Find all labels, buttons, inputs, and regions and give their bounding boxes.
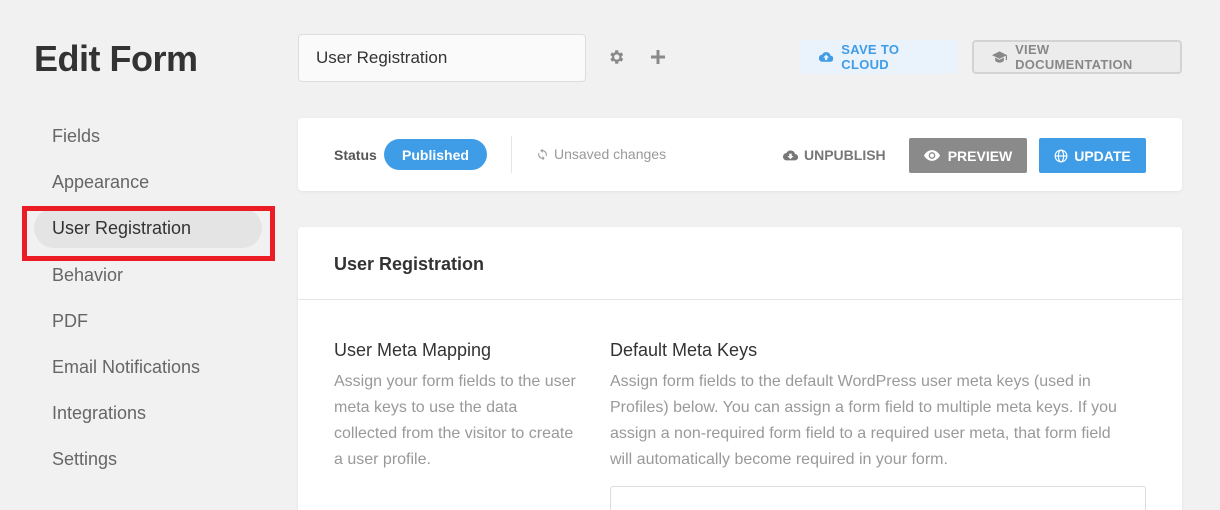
update-button[interactable]: UPDATE (1039, 138, 1146, 173)
settings-gear-button[interactable] (604, 45, 628, 69)
graduation-cap-icon (992, 51, 1008, 63)
sidebar-item-behavior[interactable]: Behavior (34, 255, 262, 295)
unsaved-changes-indicator: Unsaved changes (536, 146, 666, 162)
view-documentation-button[interactable]: VIEW DOCUMENTATION (972, 40, 1182, 74)
user-registration-panel: User Registration User Meta Mapping Assi… (298, 227, 1182, 510)
globe-icon (1054, 149, 1068, 162)
default-meta-keys-description: Assign form fields to the default WordPr… (610, 373, 1117, 468)
view-documentation-label: VIEW DOCUMENTATION (1015, 42, 1133, 72)
preview-button[interactable]: PREVIEW (909, 138, 1027, 173)
page-title: Edit Form (34, 38, 198, 79)
sidebar-item-email-notifications[interactable]: Email Notifications (34, 347, 262, 387)
eye-icon (923, 150, 940, 161)
user-meta-mapping-heading: User Meta Mapping (334, 340, 492, 360)
add-button[interactable] (646, 45, 670, 69)
sidebar-item-fields[interactable]: Fields (34, 116, 262, 156)
save-to-cloud-button[interactable]: SAVE TO CLOUD (800, 40, 958, 74)
panel-title: User Registration (334, 254, 485, 274)
unpublish-button[interactable]: UNPUBLISH (783, 147, 886, 163)
preview-label: PREVIEW (947, 147, 1013, 164)
default-meta-keys-heading: Default Meta Keys (610, 340, 758, 360)
status-badge[interactable]: Published (384, 139, 487, 170)
sidebar-item-user-registration[interactable]: User Registration (34, 208, 262, 248)
sidebar-item-appearance[interactable]: Appearance (34, 162, 262, 202)
sidebar-item-pdf[interactable]: PDF (34, 301, 262, 341)
status-divider (511, 136, 512, 173)
panel-divider (298, 299, 1182, 300)
refresh-icon (538, 148, 547, 160)
cloud-download-icon (783, 150, 798, 160)
unsaved-changes-text: Unsaved changes (554, 146, 667, 162)
save-to-cloud-label: SAVE TO CLOUD (841, 42, 900, 72)
sidebar-item-integrations[interactable]: Integrations (34, 393, 262, 433)
gear-icon (610, 50, 624, 64)
status-label: Status (334, 147, 377, 163)
meta-key-field[interactable] (610, 486, 1146, 510)
unpublish-label: UNPUBLISH (804, 147, 886, 163)
sidebar-item-settings[interactable]: Settings (34, 439, 262, 479)
user-meta-mapping-description: Assign your form fields to the user meta… (334, 373, 576, 468)
update-label: UPDATE (1074, 147, 1131, 164)
status-bar: Status Published Unsaved changes UNPUBLI… (298, 118, 1182, 191)
form-name-input[interactable] (298, 34, 586, 82)
cloud-upload-icon (819, 52, 834, 62)
plus-icon (651, 50, 665, 64)
